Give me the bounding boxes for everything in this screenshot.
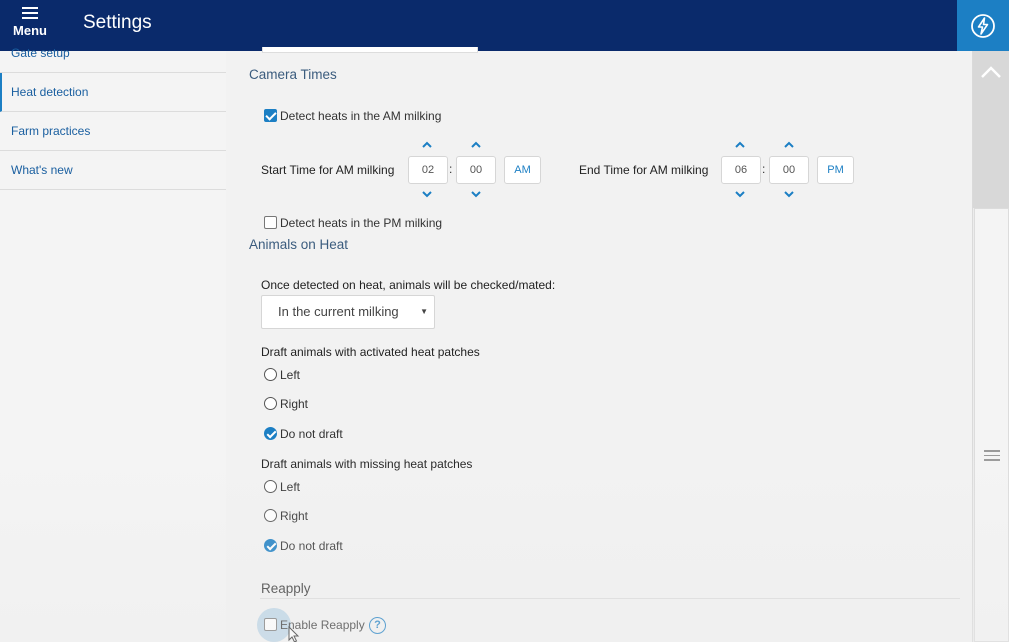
- start-time-label: Start Time for AM milking: [261, 163, 395, 177]
- activated-left-radio[interactable]: [264, 368, 277, 381]
- end-minute-field[interactable]: 00: [769, 156, 809, 184]
- enable-reapply-checkbox[interactable]: [264, 618, 277, 631]
- end-period-toggle[interactable]: PM: [817, 156, 854, 184]
- end-time-label: End Time for AM milking: [579, 163, 709, 177]
- dropdown-caret-icon: ▼: [420, 307, 428, 316]
- pm-milking-label: Detect heats in the PM milking: [280, 216, 443, 230]
- missing-do-not-draft-radio[interactable]: [264, 539, 277, 552]
- checked-mated-select[interactable]: In the current milking ▼: [261, 295, 435, 329]
- missing-left-radio[interactable]: [264, 480, 277, 493]
- end-hour-field[interactable]: 06: [721, 156, 761, 184]
- select-value: In the current milking: [278, 304, 399, 319]
- missing-patches-label: Draft animals with missing heat patches: [261, 457, 473, 471]
- missing-do-not-draft-label: Do not draft: [280, 539, 343, 553]
- sidebar-item-whats-new[interactable]: What's new: [0, 151, 226, 190]
- checked-mated-label: Once detected on heat, animals will be c…: [261, 278, 556, 292]
- am-milking-checkbox[interactable]: [264, 109, 277, 122]
- help-icon[interactable]: ?: [369, 617, 386, 634]
- hamburger-icon: [22, 7, 38, 19]
- scrollbar[interactable]: [972, 51, 1009, 642]
- reapply-heading: Reapply: [261, 581, 311, 596]
- main-content: Camera Times Detect heats in the AM milk…: [226, 47, 972, 642]
- activated-do-not-draft-label: Do not draft: [280, 427, 343, 441]
- power-button[interactable]: [957, 0, 1009, 51]
- animals-on-heat-heading: Animals on Heat: [249, 237, 349, 252]
- pm-milking-checkbox[interactable]: [264, 216, 277, 229]
- start-period-toggle[interactable]: AM: [504, 156, 541, 184]
- end-time-separator: :: [762, 162, 766, 176]
- previous-field: [262, 47, 478, 53]
- sidebar-item-gate-setup[interactable]: Gate setup: [0, 34, 226, 73]
- activated-right-radio[interactable]: [264, 397, 277, 410]
- activated-do-not-draft-radio[interactable]: [264, 427, 277, 440]
- activated-patches-label: Draft animals with activated heat patche…: [261, 345, 480, 359]
- camera-times-heading: Camera Times: [249, 67, 337, 82]
- missing-right-radio[interactable]: [264, 509, 277, 522]
- divider: [260, 598, 960, 599]
- scroll-thumb[interactable]: [974, 208, 1009, 642]
- grip-icon: [984, 447, 1000, 464]
- start-hour-field[interactable]: 02: [408, 156, 448, 184]
- end-hour-up-icon[interactable]: [735, 141, 745, 149]
- activated-left-label: Left: [280, 368, 301, 382]
- start-hour-down-icon[interactable]: [422, 190, 432, 198]
- scroll-track-upper[interactable]: [973, 51, 1009, 208]
- activated-right-label: Right: [280, 397, 309, 411]
- sidebar-item-farm-practices[interactable]: Farm practices: [0, 112, 226, 151]
- mouse-cursor-icon: [288, 626, 300, 642]
- end-hour-down-icon[interactable]: [735, 190, 745, 198]
- missing-right-label: Right: [280, 509, 309, 523]
- settings-sidebar: Gate setup Heat detection Farm practices…: [0, 46, 226, 642]
- start-minute-field[interactable]: 00: [456, 156, 496, 184]
- chevron-up-icon[interactable]: [980, 65, 1002, 79]
- end-minute-down-icon[interactable]: [784, 190, 794, 198]
- start-time-separator: :: [449, 162, 453, 176]
- start-minute-down-icon[interactable]: [471, 190, 481, 198]
- am-milking-label: Detect heats in the AM milking: [280, 109, 442, 123]
- missing-left-label: Left: [280, 480, 301, 494]
- end-minute-up-icon[interactable]: [784, 141, 794, 149]
- sidebar-item-heat-detection[interactable]: Heat detection: [0, 73, 226, 112]
- lightning-bolt-icon: [971, 13, 995, 38]
- start-hour-up-icon[interactable]: [422, 141, 432, 149]
- start-minute-up-icon[interactable]: [471, 141, 481, 149]
- page-title: Settings: [83, 12, 152, 33]
